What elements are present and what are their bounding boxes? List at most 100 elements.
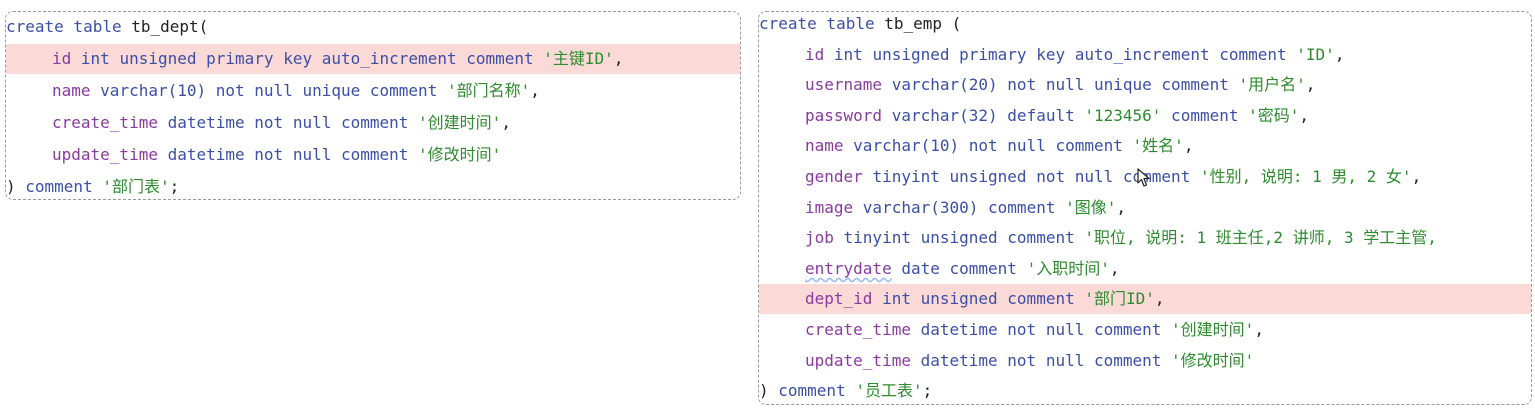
code-token: '123456' bbox=[1084, 105, 1162, 125]
code-token: ) default bbox=[988, 105, 1085, 125]
code-token: update_time bbox=[52, 145, 168, 164]
code-token: 10 bbox=[177, 81, 197, 100]
code-token: , bbox=[1183, 136, 1194, 156]
code-token: date comment bbox=[901, 258, 1027, 278]
code-token: create table bbox=[6, 17, 132, 36]
code-token: varchar( bbox=[891, 75, 969, 95]
code-token: ) comment bbox=[968, 197, 1066, 217]
code-token: , bbox=[1334, 44, 1345, 64]
code-line: entrydate date comment '入职时间', bbox=[759, 254, 1531, 284]
code-token: ; bbox=[169, 177, 180, 196]
code-line-table-comment: ) comment '员工表'; bbox=[759, 376, 1531, 404]
code-token: password bbox=[805, 105, 892, 125]
code-token: '员工表' bbox=[855, 381, 923, 401]
code-line: id int unsigned primary key auto_increme… bbox=[759, 40, 1531, 70]
code-token: , bbox=[1116, 197, 1127, 217]
code-token: datetime not null comment bbox=[167, 113, 419, 132]
code-token: , bbox=[1254, 320, 1264, 339]
code-line: password varchar(32) default '123456' co… bbox=[759, 101, 1531, 131]
code-token: comment bbox=[1161, 105, 1249, 125]
code-token: ; bbox=[922, 381, 933, 401]
code-token: ) not null unique comment bbox=[196, 81, 447, 100]
code-token: 'ID' bbox=[1296, 44, 1335, 64]
code-token: name bbox=[52, 81, 101, 100]
code-token: varchar( bbox=[100, 81, 178, 100]
code-token: tb_dept( bbox=[131, 17, 209, 36]
code-token: varchar( bbox=[862, 197, 940, 217]
code-token: comment bbox=[25, 177, 103, 196]
code-token: update_time bbox=[805, 350, 921, 370]
code-line-highlighted: dept_id int unsigned comment '部门ID', bbox=[759, 284, 1531, 315]
code-token: '性别, 说明: 1 男, 2 女' bbox=[1199, 167, 1412, 186]
sql-block-tb-emp: create table tb_emp (id int unsigned pri… bbox=[758, 11, 1532, 405]
code-token: int unsigned primary key auto_increment … bbox=[80, 49, 544, 68]
code-line: update_time datetime not null comment '修… bbox=[759, 346, 1531, 376]
code-token: create_time bbox=[805, 320, 921, 339]
code-token: ) bbox=[759, 381, 779, 401]
code-token: '部门名称' bbox=[446, 81, 531, 100]
code-line: update_time datetime not null comment '修… bbox=[6, 140, 740, 170]
code-token: '入职时间' bbox=[1026, 258, 1110, 278]
code-line: username varchar(20) not null unique com… bbox=[759, 70, 1531, 100]
code-token: '密码' bbox=[1248, 105, 1300, 125]
code-token: tinyint unsigned comment bbox=[843, 228, 1085, 248]
code-line: job tinyint unsigned comment '职位, 说明: 1 … bbox=[759, 223, 1531, 253]
code-token: '修改时间' bbox=[418, 145, 502, 164]
code-token: varchar( bbox=[853, 136, 931, 156]
code-token: '部门ID' bbox=[1084, 289, 1155, 309]
code-token: , bbox=[530, 81, 540, 100]
code-token: create table bbox=[759, 14, 885, 33]
code-token: 10 bbox=[930, 136, 950, 156]
sql-block-tb-dept: create table tb_dept(id int unsigned pri… bbox=[5, 11, 741, 200]
code-token: 20 bbox=[968, 75, 989, 95]
code-token: '创建时间' bbox=[1171, 320, 1255, 339]
code-token: , bbox=[1305, 75, 1316, 95]
code-token: tb_emp ( bbox=[884, 14, 962, 33]
code-token: datetime not null comment bbox=[920, 320, 1172, 339]
code-token: int unsigned comment bbox=[882, 289, 1085, 309]
code-line: create_time datetime not null comment '创… bbox=[6, 108, 740, 138]
code-token: datetime not null comment bbox=[920, 350, 1172, 370]
code-line-highlighted: id int unsigned primary key auto_increme… bbox=[6, 44, 740, 74]
text-cursor-icon bbox=[1137, 168, 1150, 187]
code-line: name varchar(10) not null comment '姓名', bbox=[759, 131, 1531, 161]
code-token: username bbox=[805, 75, 892, 95]
code-line: image varchar(300) comment '图像', bbox=[759, 193, 1531, 223]
code-token: '主键ID' bbox=[543, 49, 614, 68]
code-token: job bbox=[805, 228, 844, 248]
code-token: '创建时间' bbox=[418, 113, 502, 132]
code-token: varchar( bbox=[891, 105, 969, 125]
code-line-create-table: create table tb_dept( bbox=[6, 12, 740, 42]
code-line-create-table: create table tb_emp ( bbox=[759, 12, 1531, 39]
code-token: id bbox=[805, 44, 834, 64]
code-token: , bbox=[1299, 105, 1310, 125]
code-token: ) bbox=[6, 177, 26, 196]
code-token: , bbox=[1411, 167, 1422, 186]
code-token: gender bbox=[805, 167, 873, 186]
code-token: int unsigned primary key auto_increment … bbox=[833, 44, 1297, 64]
code-token: ) not null unique comment bbox=[988, 75, 1239, 95]
code-token: , bbox=[1154, 289, 1165, 309]
code-token: id bbox=[52, 49, 81, 68]
code-token: '修改时间' bbox=[1171, 350, 1255, 370]
code-line-table-comment: ) comment '部门表'; bbox=[6, 172, 740, 199]
code-token: , bbox=[613, 49, 624, 68]
code-token: entrydate bbox=[805, 258, 892, 278]
code-token: '姓名' bbox=[1132, 136, 1184, 156]
code-token: '部门表' bbox=[102, 177, 170, 196]
code-token: , bbox=[1109, 258, 1120, 278]
code-token: image bbox=[805, 197, 863, 217]
code-token: '职位, 说明: 1 班主任,2 讲师, 3 学工主管, bbox=[1084, 228, 1437, 248]
code-token: datetime not null comment bbox=[167, 145, 419, 164]
code-token: dept_id bbox=[805, 289, 883, 309]
code-token: '用户名' bbox=[1238, 75, 1306, 95]
code-token: comment bbox=[778, 381, 856, 401]
code-line: name varchar(10) not null unique comment… bbox=[6, 76, 740, 106]
code-token: , bbox=[501, 113, 511, 132]
code-token: create_time bbox=[52, 113, 168, 132]
code-token: name bbox=[805, 136, 854, 156]
code-token: ) not null comment bbox=[949, 136, 1133, 156]
code-token: '图像' bbox=[1065, 197, 1117, 217]
code-token: 32 bbox=[968, 105, 989, 125]
